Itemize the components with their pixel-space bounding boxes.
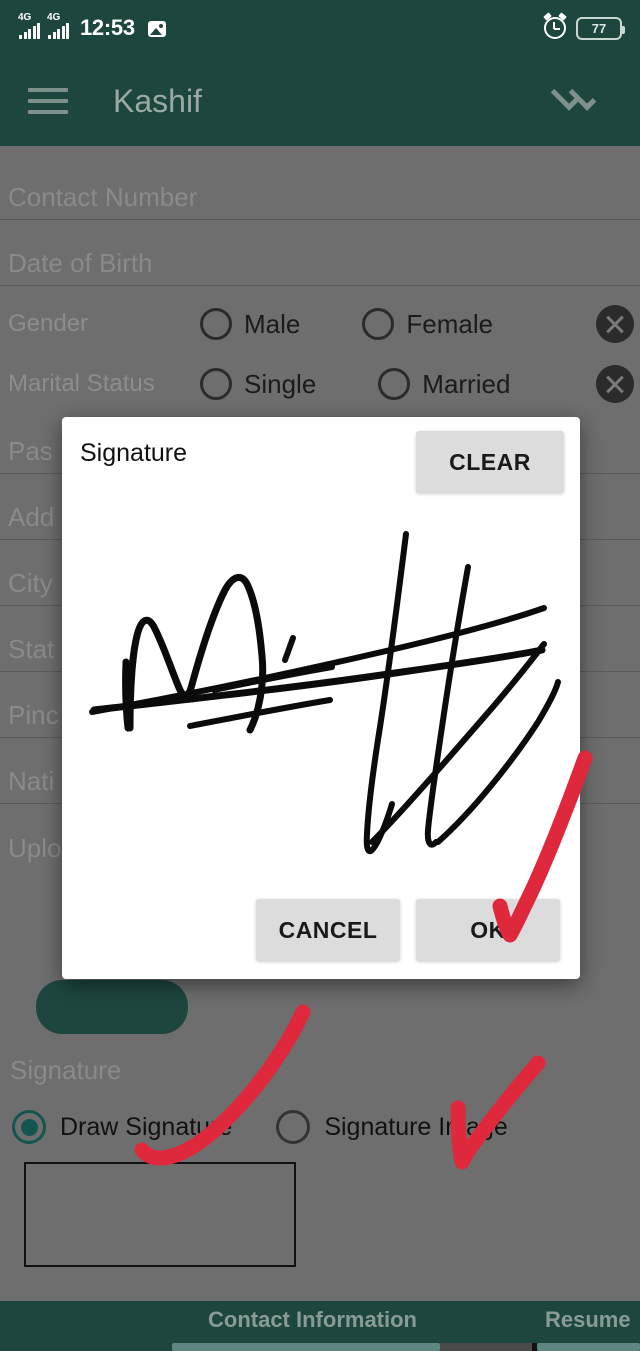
dialog-action-buttons: CANCEL OK xyxy=(62,899,580,961)
signature-drawing-pad[interactable] xyxy=(72,512,570,882)
page-title: Kashif xyxy=(113,82,202,119)
field-contact-number[interactable]: Contact Number xyxy=(0,166,640,220)
phone-screen: 4G 4G 12:53 77 Kashif Contact Number Dat… xyxy=(0,0,640,1351)
tab-indicator xyxy=(0,1343,640,1351)
battery-level-label: 77 xyxy=(591,20,607,36)
cancel-button[interactable]: CANCEL xyxy=(256,899,400,961)
upload-action-button[interactable] xyxy=(36,980,188,1034)
ok-button[interactable]: OK xyxy=(416,899,560,961)
photo-icon xyxy=(147,21,166,37)
signal-bars-sim1 xyxy=(19,23,40,39)
status-clock: 12:53 xyxy=(80,15,135,40)
tab-resume[interactable]: Resume xyxy=(545,1307,631,1333)
field-label: Uplo xyxy=(8,833,62,863)
field-label: City xyxy=(8,568,53,598)
field-label: Pas xyxy=(8,436,53,466)
app-bar: Kashif xyxy=(0,56,640,146)
radio-option-female[interactable]: Female xyxy=(362,308,493,340)
signal-bars-sim2 xyxy=(48,23,69,39)
signature-ink xyxy=(89,531,561,855)
radio-option-label: Married xyxy=(422,368,511,399)
radio-option-single[interactable]: Single xyxy=(200,368,316,400)
field-label: Pinc xyxy=(8,700,59,730)
clear-circle-x-icon[interactable] xyxy=(596,365,634,403)
radio-circle-icon[interactable] xyxy=(362,308,395,340)
double-check-icon[interactable] xyxy=(550,81,612,121)
radio-circle-icon[interactable] xyxy=(200,368,232,400)
radio-group-marital-status: Marital Status Single Married xyxy=(0,354,640,414)
radio-option-label: Single xyxy=(244,368,317,399)
radio-option-draw-signature[interactable]: Draw Signature xyxy=(12,1110,232,1144)
signature-mode-radio-group: Draw Signature Signature Image xyxy=(0,1110,640,1144)
field-date-of-birth[interactable]: Date of Birth xyxy=(0,232,640,286)
radio-option-male[interactable]: Male xyxy=(200,308,300,340)
radio-option-label: Female xyxy=(406,308,494,339)
radio-option-label: Draw Signature xyxy=(60,1112,233,1141)
radio-option-label: Signature Image xyxy=(324,1112,508,1141)
radio-circle-icon[interactable] xyxy=(200,308,232,340)
radio-group-label: Marital Status xyxy=(8,370,155,397)
radio-option-married[interactable]: Married xyxy=(378,368,510,400)
clear-circle-x-icon[interactable] xyxy=(596,305,634,343)
radio-option-label: Male xyxy=(244,308,301,339)
field-label: Stat xyxy=(8,634,55,664)
signal-indicator-sim2: 4G xyxy=(47,13,69,39)
signature-preview-box[interactable] xyxy=(24,1162,296,1267)
dialog-title: Signature xyxy=(80,439,188,467)
battery-indicator: 77 xyxy=(576,16,625,40)
alarm-icon xyxy=(543,12,567,39)
field-label: Nati xyxy=(8,766,55,796)
signature-section-heading: Signature xyxy=(10,1055,122,1085)
radio-group-gender: Gender Male Female xyxy=(0,294,640,354)
tab-contact-information[interactable]: Contact Information xyxy=(208,1307,417,1333)
field-label: Add xyxy=(8,502,55,532)
field-label: Date of Birth xyxy=(8,248,153,278)
status-bar: 4G 4G 12:53 77 xyxy=(0,0,640,56)
network-type-label-sim1: 4G xyxy=(18,12,32,23)
radio-selected-icon[interactable] xyxy=(12,1110,46,1144)
hamburger-menu-icon[interactable] xyxy=(28,88,68,114)
radio-circle-icon[interactable] xyxy=(378,368,411,400)
status-bar-left: 4G 4G 12:53 xyxy=(18,13,166,41)
network-type-label-sim2: 4G xyxy=(47,12,61,23)
clear-button[interactable]: CLEAR xyxy=(416,431,564,493)
radio-option-signature-image[interactable]: Signature Image xyxy=(276,1110,508,1144)
signature-dialog: Signature CLEAR CANCEL OK xyxy=(62,417,580,979)
bottom-tab-bar: Contact Information Resume xyxy=(0,1301,640,1351)
radio-group-label: Gender xyxy=(8,310,89,337)
signal-indicator-sim1: 4G xyxy=(18,13,40,39)
status-bar-right: 77 xyxy=(543,12,625,40)
signature-section: Signature Draw Signature Signature Image xyxy=(0,1055,640,1267)
radio-circle-icon[interactable] xyxy=(276,1110,311,1144)
field-label: Contact Number xyxy=(8,182,198,212)
